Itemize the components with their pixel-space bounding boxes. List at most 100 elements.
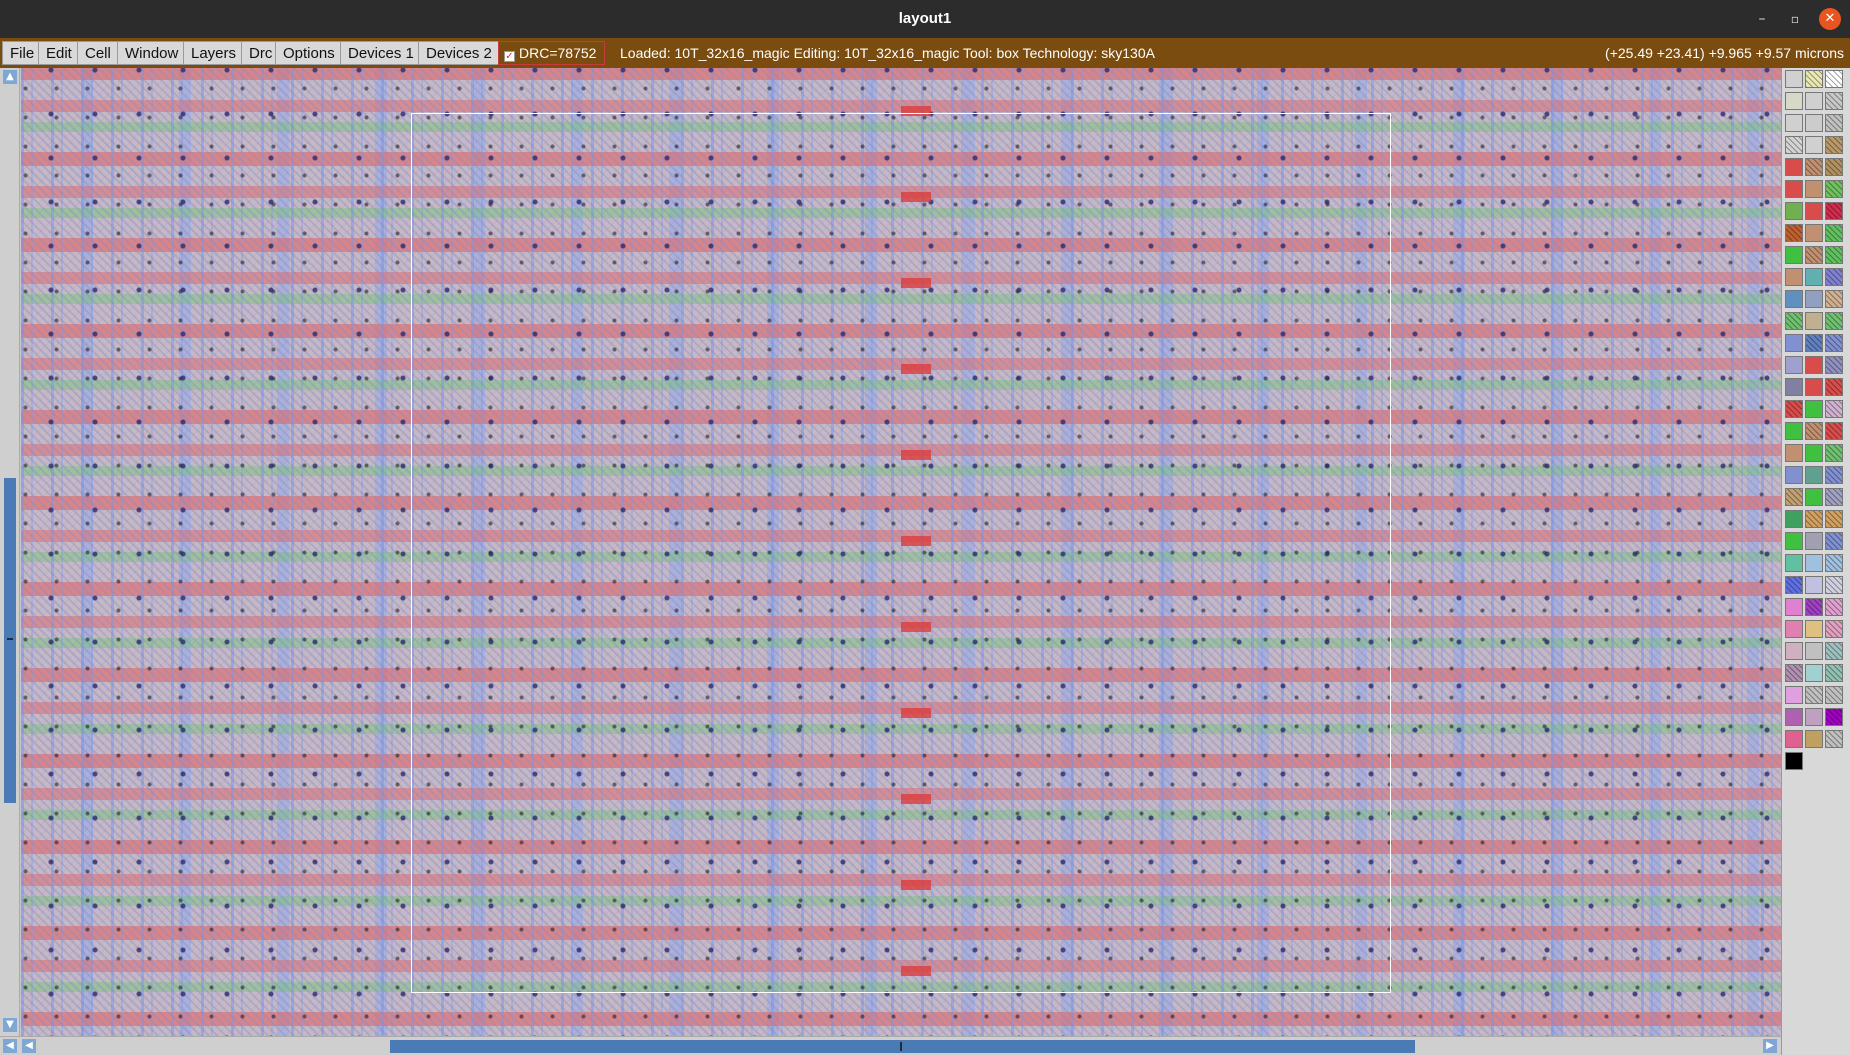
menu-options[interactable]: Options: [275, 41, 343, 65]
layer-swatch[interactable]: [1785, 510, 1803, 528]
layer-swatch[interactable]: [1785, 334, 1803, 352]
horizontal-scrollbar[interactable]: ◀ ◀ ▶: [0, 1036, 1781, 1055]
layer-swatch[interactable]: [1825, 224, 1843, 242]
layer-swatch[interactable]: [1825, 444, 1843, 462]
drc-toggle[interactable]: ✓ DRC=78752: [498, 41, 605, 65]
layer-swatch[interactable]: [1825, 356, 1843, 374]
layer-swatch[interactable]: [1825, 180, 1843, 198]
layer-swatch[interactable]: [1805, 202, 1823, 220]
layer-swatch[interactable]: [1805, 620, 1823, 638]
layer-swatch[interactable]: [1785, 290, 1803, 308]
layer-swatch[interactable]: [1825, 598, 1843, 616]
layer-swatch[interactable]: [1785, 136, 1803, 154]
layer-swatch[interactable]: [1785, 730, 1803, 748]
layer-swatch[interactable]: [1805, 158, 1823, 176]
layer-swatch[interactable]: [1805, 136, 1823, 154]
minimize-icon[interactable]: –: [1751, 8, 1773, 30]
layer-swatch[interactable]: [1805, 70, 1823, 88]
layer-swatch[interactable]: [1805, 708, 1823, 726]
layer-swatch[interactable]: [1805, 422, 1823, 440]
layer-swatch[interactable]: [1805, 378, 1823, 396]
close-icon[interactable]: ✕: [1819, 8, 1841, 30]
layer-swatch[interactable]: [1825, 378, 1843, 396]
layer-swatch[interactable]: [1825, 642, 1843, 660]
menu-edit[interactable]: Edit: [38, 41, 80, 65]
scroll-left-fast-icon[interactable]: ◀: [22, 1039, 36, 1053]
layer-swatch[interactable]: [1825, 202, 1843, 220]
layer-swatch[interactable]: [1805, 466, 1823, 484]
layer-swatch[interactable]: [1785, 488, 1803, 506]
layer-swatch[interactable]: [1825, 686, 1843, 704]
layer-swatch[interactable]: [1785, 598, 1803, 616]
layer-swatch[interactable]: [1785, 312, 1803, 330]
layer-swatch[interactable]: [1825, 312, 1843, 330]
horizontal-scroll-thumb[interactable]: [390, 1040, 1415, 1053]
layer-swatch[interactable]: [1805, 576, 1823, 594]
layer-swatch[interactable]: [1805, 312, 1823, 330]
layer-swatch[interactable]: [1805, 532, 1823, 550]
layer-swatch[interactable]: [1805, 510, 1823, 528]
layer-swatch[interactable]: [1825, 620, 1843, 638]
layer-swatch[interactable]: [1805, 730, 1823, 748]
selection-box[interactable]: [411, 113, 1391, 993]
layer-swatch[interactable]: [1825, 268, 1843, 286]
layer-swatch[interactable]: [1805, 180, 1823, 198]
layer-swatch[interactable]: [1805, 290, 1823, 308]
layer-swatch[interactable]: [1805, 114, 1823, 132]
layer-swatch[interactable]: [1825, 92, 1843, 110]
layer-swatch[interactable]: [1785, 686, 1803, 704]
layer-swatch[interactable]: [1785, 466, 1803, 484]
layer-swatch[interactable]: [1805, 268, 1823, 286]
layer-swatch[interactable]: [1805, 246, 1823, 264]
layer-swatch[interactable]: [1805, 554, 1823, 572]
layer-swatch[interactable]: [1825, 246, 1843, 264]
layer-swatch[interactable]: [1785, 356, 1803, 374]
layer-swatch[interactable]: [1805, 664, 1823, 682]
layer-palette[interactable]: [1781, 68, 1850, 1055]
layout-canvas[interactable]: [21, 68, 1781, 1036]
layer-swatch[interactable]: [1785, 400, 1803, 418]
layer-swatch[interactable]: [1825, 466, 1843, 484]
layer-swatch[interactable]: [1785, 532, 1803, 550]
layer-swatch[interactable]: [1805, 598, 1823, 616]
layer-swatch[interactable]: [1805, 334, 1823, 352]
layer-swatch[interactable]: [1785, 422, 1803, 440]
layer-swatch[interactable]: [1805, 488, 1823, 506]
layer-swatch[interactable]: [1785, 92, 1803, 110]
vertical-scrollbar[interactable]: ▲ ▼: [0, 68, 20, 1036]
layer-swatch[interactable]: [1825, 290, 1843, 308]
layer-swatch[interactable]: [1825, 554, 1843, 572]
layer-swatch[interactable]: [1825, 730, 1843, 748]
layer-swatch[interactable]: [1805, 400, 1823, 418]
layer-swatch[interactable]: [1805, 444, 1823, 462]
layer-swatch[interactable]: [1825, 70, 1843, 88]
layer-swatch[interactable]: [1785, 576, 1803, 594]
layer-swatch[interactable]: [1785, 664, 1803, 682]
layer-swatch[interactable]: [1825, 400, 1843, 418]
layer-swatch[interactable]: [1785, 246, 1803, 264]
layer-swatch[interactable]: [1785, 444, 1803, 462]
layer-swatch[interactable]: [1785, 554, 1803, 572]
menu-devices-2[interactable]: Devices 2: [418, 41, 500, 65]
layer-swatch[interactable]: [1825, 488, 1843, 506]
layer-swatch[interactable]: [1785, 620, 1803, 638]
layer-swatch[interactable]: [1805, 642, 1823, 660]
layer-swatch[interactable]: [1825, 136, 1843, 154]
scroll-down-icon[interactable]: ▼: [3, 1018, 17, 1032]
menu-cell[interactable]: Cell: [77, 41, 119, 65]
layer-swatch[interactable]: [1825, 422, 1843, 440]
layer-swatch[interactable]: [1785, 70, 1803, 88]
drc-checkbox[interactable]: ✓: [504, 51, 515, 62]
layer-swatch[interactable]: [1785, 180, 1803, 198]
layer-swatch[interactable]: [1825, 664, 1843, 682]
scroll-up-icon[interactable]: ▲: [3, 70, 17, 84]
layer-swatch[interactable]: [1805, 356, 1823, 374]
scroll-left-icon[interactable]: ◀: [3, 1039, 17, 1053]
layer-swatch[interactable]: [1805, 224, 1823, 242]
layer-swatch[interactable]: [1825, 532, 1843, 550]
menu-layers[interactable]: Layers: [183, 41, 245, 65]
layer-swatch[interactable]: [1825, 114, 1843, 132]
maximize-icon[interactable]: ▫: [1784, 8, 1806, 30]
menu-devices-1[interactable]: Devices 1: [340, 41, 422, 65]
layer-swatch[interactable]: [1825, 510, 1843, 528]
